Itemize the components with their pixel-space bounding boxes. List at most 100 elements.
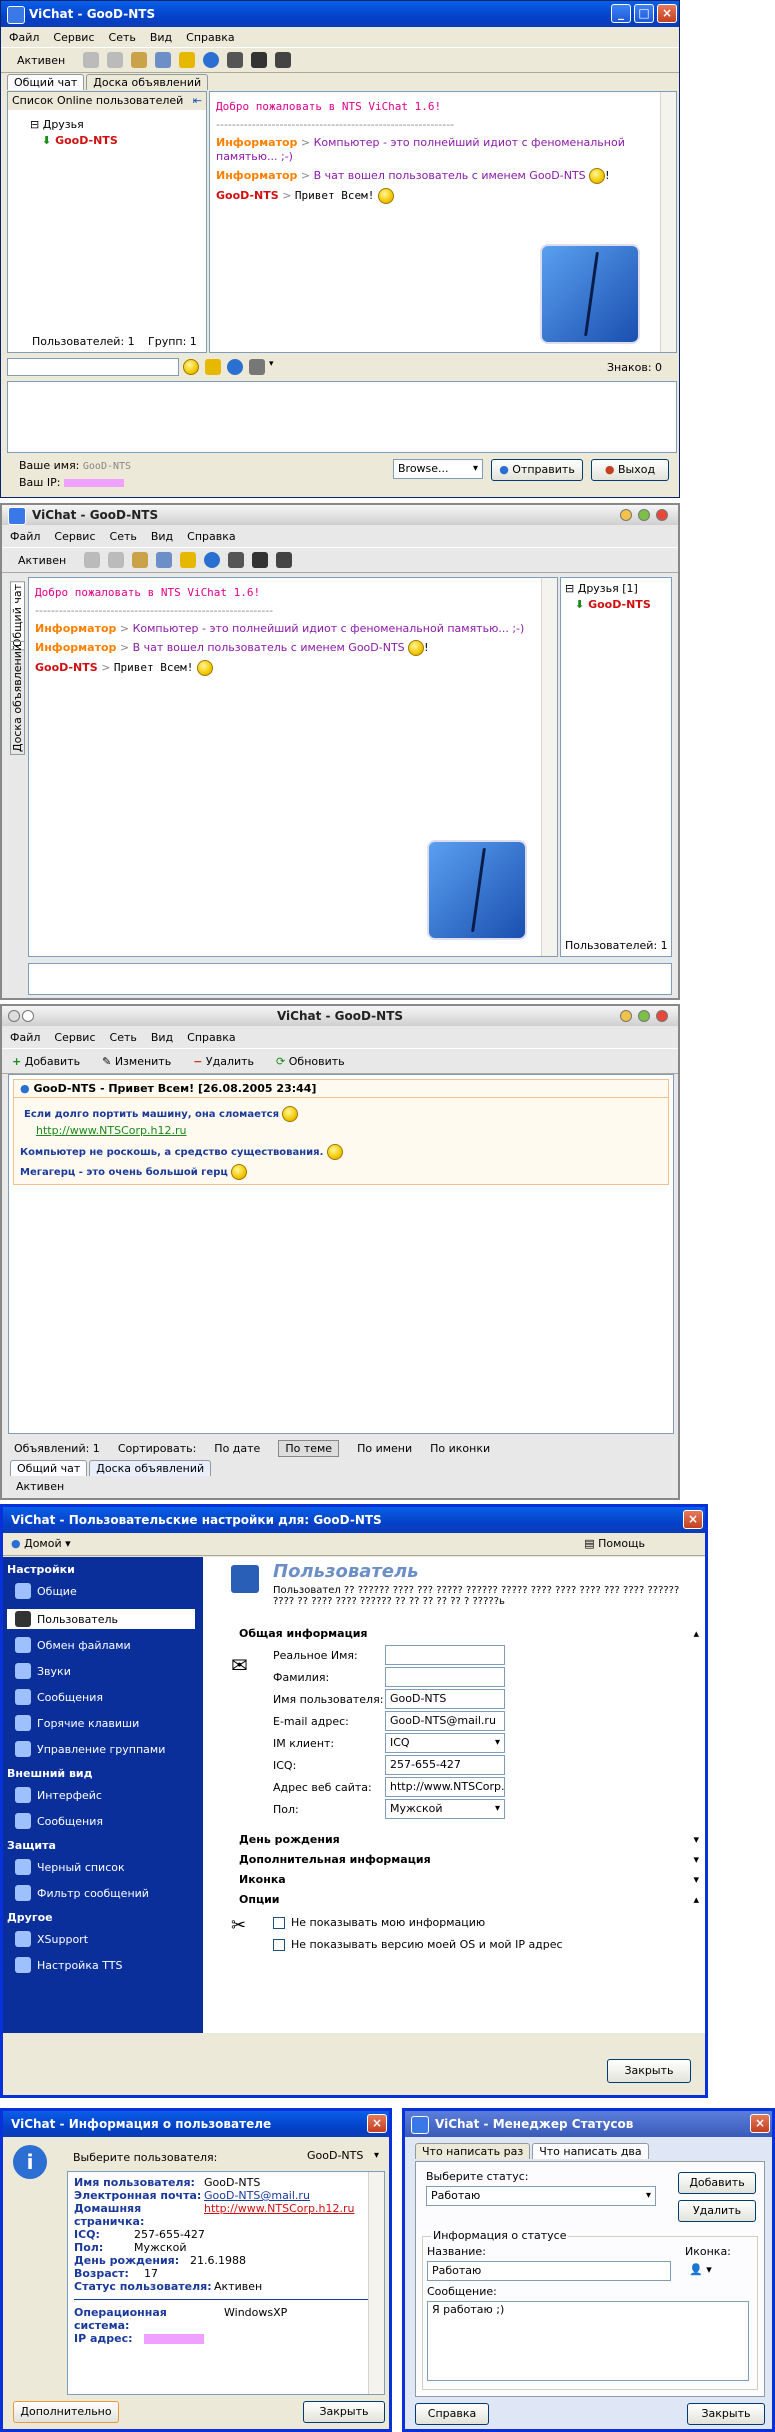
tab-status-two[interactable]: Что написать два <box>532 2143 649 2159</box>
close-button[interactable]: × <box>657 4 677 23</box>
tools-icon[interactable] <box>227 52 244 68</box>
menu-file[interactable]: Файл <box>9 31 39 44</box>
menu-service[interactable]: Сервис <box>54 1031 95 1044</box>
nav-blacklist[interactable]: Черный список <box>15 1859 125 1875</box>
camera-icon[interactable] <box>251 52 268 68</box>
close-button[interactable]: × <box>367 2114 387 2133</box>
maximize-button[interactable]: □ <box>634 4 654 23</box>
message-input[interactable] <box>28 963 672 995</box>
search-icon[interactable] <box>155 52 172 68</box>
nav-messages[interactable]: Сообщения <box>15 1689 103 1705</box>
notebook-icon[interactable] <box>275 52 292 68</box>
close-button[interactable] <box>656 509 668 521</box>
message-sender[interactable]: GooD-NTS <box>35 661 98 674</box>
message-sender[interactable]: Информатор <box>216 169 297 182</box>
status-select[interactable]: Работаю <box>426 2186 656 2206</box>
window-menu-icon[interactable] <box>8 1010 20 1022</box>
clock-icon[interactable] <box>203 52 220 68</box>
menu-network[interactable]: Сеть <box>110 1031 137 1044</box>
help-button[interactable]: Справка <box>415 2403 489 2425</box>
smiley-picker-icon[interactable] <box>183 359 199 375</box>
nav-file-exchange[interactable]: Обмен файлами <box>15 1637 131 1653</box>
tab-status-one[interactable]: Что написать раз <box>415 2143 531 2159</box>
menu-view[interactable]: Вид <box>150 31 172 44</box>
close-settings-button[interactable]: Закрыть <box>607 2059 691 2083</box>
camera-icon[interactable] <box>252 552 269 568</box>
delete-status-button[interactable]: Удалить <box>678 2200 756 2222</box>
paste-icon[interactable] <box>132 552 149 568</box>
tab-general-chat[interactable]: Общий чат <box>7 74 85 90</box>
collapse-icon[interactable]: ▴ <box>693 1893 699 1906</box>
ignore-icon[interactable] <box>180 552 197 568</box>
nav-sounds[interactable]: Звуки <box>15 1663 71 1679</box>
close-button[interactable]: × <box>750 2114 770 2133</box>
nick-input[interactable] <box>7 358 179 376</box>
section-birthday[interactable]: День рождения <box>239 1833 340 1846</box>
status-name-input[interactable]: Работаю <box>427 2261 671 2281</box>
status-message-input[interactable]: Я работаю ;) <box>427 2301 749 2381</box>
website-input[interactable]: http://www.NTSCorp.h <box>385 1777 505 1797</box>
menu-help[interactable]: Справка <box>187 1031 235 1044</box>
icq-input[interactable]: 257-655-427 <box>385 1755 505 1775</box>
nav-user[interactable]: Пользователь <box>7 1609 195 1629</box>
nav-appearance-messages[interactable]: Сообщения <box>15 1813 103 1829</box>
delete-button[interactable]: − Удалить <box>193 1055 254 1068</box>
menu-network[interactable]: Сеть <box>109 31 136 44</box>
edit-button[interactable]: ✎ Изменить <box>102 1055 171 1068</box>
details-scrollbar[interactable] <box>368 2172 384 2394</box>
settings-icon[interactable] <box>249 359 265 375</box>
close-button[interactable] <box>656 1010 668 1022</box>
help-button[interactable]: ▤ Помощь <box>584 1537 645 1550</box>
status-button[interactable]: Активен <box>16 1480 64 1493</box>
gender-select[interactable]: Мужской <box>385 1799 505 1819</box>
copy-icon[interactable] <box>107 52 124 68</box>
chat-scrollbar[interactable] <box>660 92 676 352</box>
nav-groups[interactable]: Управление группами <box>15 1741 165 1757</box>
clock-icon[interactable] <box>204 552 221 568</box>
close-status-button[interactable]: Закрыть <box>687 2403 765 2425</box>
message-sender[interactable]: Информатор <box>216 136 297 149</box>
user-item[interactable]: ⬇ GooD-NTS <box>42 134 118 147</box>
menu-file[interactable]: Файл <box>10 1031 40 1044</box>
send-button[interactable]: ● Отправить <box>491 459 583 481</box>
section-extra-info[interactable]: Дополнительная информация <box>239 1853 431 1866</box>
sort-by-topic[interactable]: По теме <box>278 1440 340 1457</box>
tab-general-chat[interactable]: Общий чат <box>10 581 25 651</box>
menu-network[interactable]: Сеть <box>110 530 137 543</box>
web-icon[interactable] <box>227 359 243 375</box>
copy-icon[interactable] <box>108 552 125 568</box>
menu-file[interactable]: Файл <box>10 530 40 543</box>
add-status-button[interactable]: Добавить <box>678 2172 756 2194</box>
menu-service[interactable]: Сервис <box>54 530 95 543</box>
close-info-button[interactable]: Закрыть <box>303 2401 385 2423</box>
ignore-icon[interactable] <box>179 52 196 68</box>
tab-board[interactable]: Доска объявлений <box>89 1460 212 1476</box>
menu-view[interactable]: Вид <box>151 1031 173 1044</box>
home-button[interactable]: ● Домой ▾ <box>11 1537 71 1550</box>
expand-icon[interactable]: ▾ <box>693 1853 699 1866</box>
pin-icon[interactable] <box>22 1010 34 1022</box>
user-select[interactable]: GooD-NTS <box>303 2147 383 2167</box>
expand-icon[interactable]: ▾ <box>693 1873 699 1886</box>
minimize-button[interactable] <box>620 509 632 521</box>
message-sender[interactable]: Информатор <box>35 622 116 635</box>
minimize-button[interactable] <box>620 1010 632 1022</box>
chat-scrollbar[interactable] <box>541 578 557 956</box>
status-button[interactable]: Активен <box>7 52 75 69</box>
user-item[interactable]: ⬇ GooD-NTS <box>575 598 651 611</box>
email-input[interactable]: GooD-NTS@mail.ru <box>385 1711 505 1731</box>
nav-tts[interactable]: Настройка TTS <box>15 1957 122 1973</box>
message-input[interactable] <box>7 381 677 453</box>
sort-by-name[interactable]: По имени <box>357 1442 412 1455</box>
username-input[interactable]: GooD-NTS <box>385 1689 505 1709</box>
menu-help[interactable]: Справка <box>187 530 235 543</box>
search-icon[interactable] <box>156 552 173 568</box>
maximize-button[interactable] <box>638 1010 650 1022</box>
cut-icon[interactable] <box>84 552 101 568</box>
close-button[interactable]: × <box>683 1510 703 1529</box>
last-name-input[interactable] <box>385 1667 505 1687</box>
status-icon-picker[interactable]: 👤 ▾ <box>689 2263 712 2276</box>
exit-button[interactable]: ● Выход <box>591 459 669 481</box>
hide-info-checkbox[interactable] <box>273 1917 285 1929</box>
group-item[interactable]: ⊟ Друзья <box>30 118 84 131</box>
